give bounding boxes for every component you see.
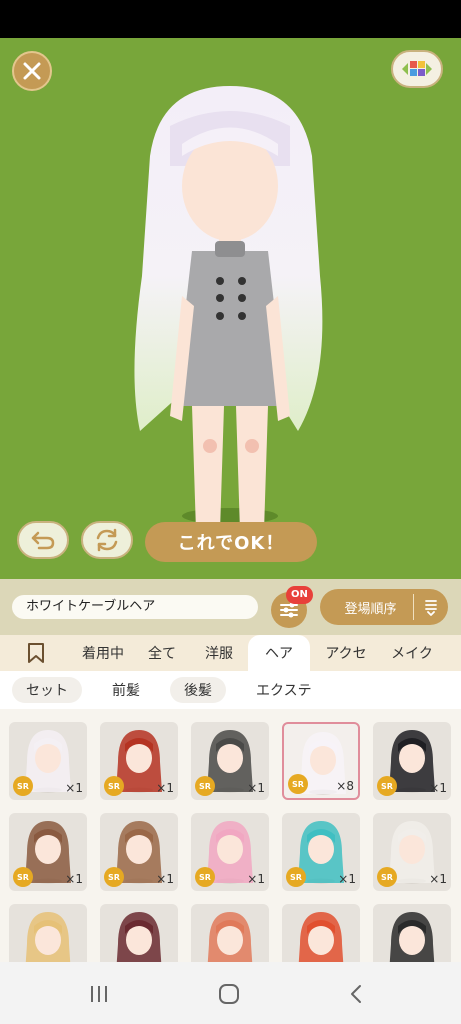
item-count: ×1 — [156, 872, 174, 886]
hair-thumbnail — [207, 912, 253, 962]
item-count: ×1 — [247, 781, 265, 795]
undo-button[interactable] — [17, 521, 69, 559]
item-control-row: ホワイトケーブルヘア ON 登場順序 — [0, 579, 461, 635]
hair-thumbnail — [298, 912, 344, 962]
sr-rarity-badge: SR — [104, 867, 124, 887]
sort-icon[interactable] — [414, 598, 448, 616]
sr-rarity-badge: SR — [104, 776, 124, 796]
bookmark-icon — [28, 643, 44, 663]
sr-rarity-badge: SR — [195, 776, 215, 796]
hair-item-card[interactable]: SR ×1 — [100, 813, 178, 891]
home-button[interactable] — [214, 980, 244, 1008]
hair-item-card[interactable]: SR ×1 — [373, 813, 451, 891]
tab-accessory[interactable]: アクセ — [310, 635, 382, 671]
sr-rarity-badge: SR — [288, 774, 308, 794]
sr-rarity-badge: SR — [195, 867, 215, 887]
item-count: ×1 — [429, 781, 447, 795]
rotate-button[interactable] — [81, 521, 133, 559]
hair-item-card[interactable] — [9, 904, 87, 962]
subtab-back-hair[interactable]: 後髪 — [170, 677, 226, 703]
back-button[interactable] — [342, 980, 372, 1008]
hair-item-card[interactable]: SR ×1 — [191, 813, 269, 891]
avatar-stage: これでOK！ — [0, 38, 461, 579]
hair-thumbnail — [389, 912, 435, 962]
hair-item-card[interactable]: SR ×1 — [191, 722, 269, 800]
item-count: ×8 — [336, 779, 354, 793]
rotate-icon — [96, 528, 118, 552]
tab-hair[interactable]: ヘア — [248, 635, 310, 671]
hair-item-card[interactable] — [100, 904, 178, 962]
hair-thumbnail — [25, 912, 71, 962]
hair-subtabs: セット 前髪 後髪 エクステ — [0, 671, 461, 709]
confirm-ok-button[interactable]: これでOK！ — [145, 522, 317, 562]
hair-item-card[interactable]: SR ×1 — [282, 813, 360, 891]
sr-rarity-badge: SR — [286, 867, 306, 887]
item-count: ×1 — [429, 872, 447, 886]
hair-item-grid: SR ×1 SR ×1 SR ×1 SR ×8 SR ×1 SR ×1 SR ×1 SR ×1 SR ×1 SR ×1 — [0, 709, 461, 962]
sr-rarity-badge: SR — [377, 776, 397, 796]
hair-item-card[interactable] — [282, 904, 360, 962]
hair-item-card[interactable]: SR ×1 — [9, 722, 87, 800]
recent-apps-icon — [91, 986, 107, 1002]
item-count: ×1 — [338, 872, 356, 886]
item-count: ×1 — [65, 781, 83, 795]
item-name-field: ホワイトケーブルヘア — [12, 595, 258, 619]
sort-button[interactable]: 登場順序 — [320, 589, 448, 625]
tab-clothes[interactable]: 洋服 — [190, 635, 248, 671]
item-count: ×1 — [156, 781, 174, 795]
category-tabs: 着用中 全て 洋服 ヘア アクセ メイク — [0, 635, 461, 671]
status-bar — [0, 0, 461, 38]
recent-apps-button[interactable] — [84, 980, 114, 1008]
close-icon — [23, 62, 41, 80]
subtab-extensions[interactable]: エクステ — [242, 677, 326, 703]
sr-rarity-badge: SR — [377, 867, 397, 887]
subtab-bangs[interactable]: 前髪 — [98, 677, 154, 703]
item-count: ×1 — [65, 872, 83, 886]
tab-all[interactable]: 全て — [134, 635, 190, 671]
sort-label: 登場順序 — [344, 601, 397, 617]
sr-rarity-badge: SR — [13, 776, 33, 796]
undo-icon — [31, 531, 55, 550]
close-button[interactable] — [12, 51, 52, 91]
palette-button[interactable] — [391, 50, 443, 88]
filter-on-badge: ON — [286, 586, 313, 604]
hair-thumbnail — [116, 912, 162, 962]
hair-item-card[interactable] — [373, 904, 451, 962]
system-nav-bar — [0, 962, 461, 1024]
home-icon — [219, 984, 239, 1004]
tab-makeup[interactable]: メイク — [382, 635, 442, 671]
item-count: ×1 — [247, 872, 265, 886]
hair-item-card[interactable] — [191, 904, 269, 962]
avatar-figure — [134, 86, 323, 526]
hair-item-card[interactable]: SR ×8 — [282, 722, 360, 800]
palette-icon — [402, 61, 432, 76]
hair-item-card[interactable]: SR ×1 — [100, 722, 178, 800]
hair-item-card[interactable]: SR ×1 — [9, 813, 87, 891]
hair-item-card[interactable]: SR ×1 — [373, 722, 451, 800]
sr-rarity-badge: SR — [13, 867, 33, 887]
subtab-set[interactable]: セット — [12, 677, 82, 703]
tab-bookmark[interactable] — [0, 635, 72, 671]
back-icon — [351, 985, 361, 1003]
tab-wearing[interactable]: 着用中 — [72, 635, 134, 671]
